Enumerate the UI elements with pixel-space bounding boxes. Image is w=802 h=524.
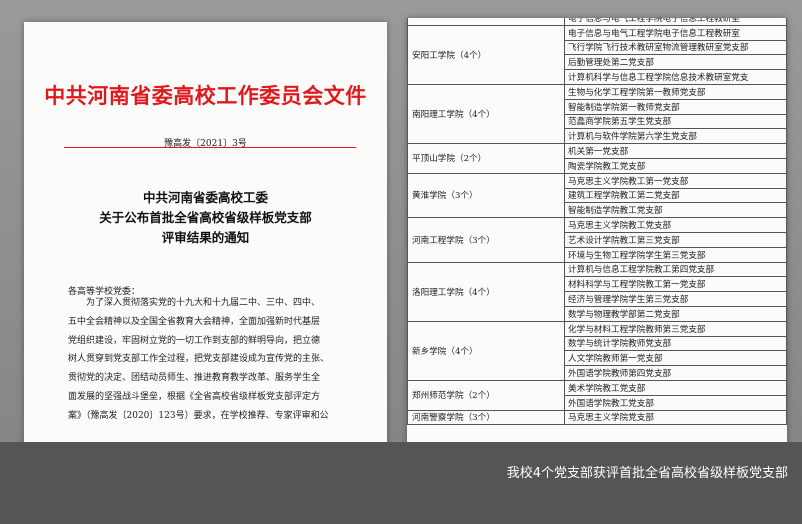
table-row: 河南工程学院（3个） 马克思主义学院教工党支部 — [407, 217, 787, 263]
branch-list-table: 电子信息与电气工程学院电子信息工程教研室 安阳工学院（4个） 电子信息与电气工程学院… — [407, 18, 787, 426]
table-row: 郑州师范学院（2个） 美术学院教工党支部 — [407, 379, 787, 411]
branch-cell: 艺术设计学院教工第三党支部 — [564, 231, 787, 248]
document-page-left: 中共河南省委高校工作委员会文件 豫高发〔2021〕3号 中共河南省委高校工委 关… — [24, 22, 387, 442]
school-cell: 黄淮学院（3个） — [407, 172, 565, 219]
branch-cell: 后勤管理处第二党支部 — [564, 54, 787, 71]
notice-title-line: 评审结果的通知 — [161, 230, 250, 245]
school-cell: 新乡学院（4个） — [407, 320, 565, 381]
notice-title-line: 中共河南省委高校工委 — [142, 190, 268, 205]
branch-cell: 数学与统计学院教师党支部 — [564, 335, 787, 352]
branch-cell: 机关第一党支部 — [564, 143, 787, 159]
notice-title: 中共河南省委高校工委 关于公布首批全省高校省级样板党支部 评审结果的通知 — [24, 188, 387, 248]
table-row: 电子信息与电气工程学院电子信息工程教研室 — [407, 18, 787, 26]
branch-cell: 飞行学院飞行技术教研室物流管理教研室党支部 — [564, 39, 787, 56]
branch-cell: 陶瓷学院教工党支部 — [564, 157, 787, 174]
body-line: 案》（豫高发〔2020〕123号）要求，在学校推荐、专家评审和公 — [68, 410, 329, 421]
document-red-header: 中共河南省委高校工作委员会文件 — [44, 83, 367, 108]
branch-cell: 材料科学与工程学院教工第一党支部 — [564, 276, 787, 293]
table-row: 平顶山学院（2个） 机关第一党支部 — [407, 143, 787, 174]
table-row: 安阳工学院（4个） 电子信息与电气工程学院电子信息工程教研室 — [407, 24, 787, 85]
body-line: 五中全会精神以及全国全省教育大会精神，全面加强新时代基层 — [68, 316, 321, 327]
school-cell — [407, 18, 565, 26]
branch-cell: 马克思主义学院教工第一党支部 — [564, 172, 787, 189]
branch-cell: 美术学院教工党支部 — [564, 379, 787, 396]
school-cell: 安阳工学院（4个） — [407, 24, 565, 85]
document-viewer: 中共河南省委高校工作委员会文件 豫高发〔2021〕3号 中共河南省委高校工委 关… — [0, 0, 802, 442]
branch-cell: 计算机与软件学院第六学生党支部 — [564, 128, 787, 145]
table-row: 河南警察学院（3个） 马克思主义学院党支部 — [407, 409, 787, 426]
branch-cell: 马克思主义学院教工党支部 — [564, 217, 787, 233]
branch-cell: 外国语学院教工党支部 — [564, 394, 787, 411]
branch-cell: 智能制造学院教工党支部 — [564, 202, 787, 219]
notice-title-line: 关于公布首批全省高校省级样板党支部 — [99, 210, 312, 225]
branch-cell: 建筑工程学院教工第二党支部 — [564, 187, 787, 204]
branch-cell: 环境与生物工程学院学生第三党支部 — [564, 246, 787, 263]
branch-cell: 计算机与信息工程学院教工第四党支部 — [564, 261, 787, 278]
branch-cell: 经济与管理学院学生第三党支部 — [564, 291, 787, 307]
branch-cell: 电子信息与电气工程学院电子信息工程教研室 — [564, 18, 787, 26]
branch-cell: 人文学院教师第一党支部 — [564, 350, 787, 367]
table-row: 新乡学院（4个） 化学与材料工程学院教师第三党支部 — [407, 320, 787, 381]
school-cell: 南阳理工学院（4个） — [407, 83, 565, 145]
body-line: 贯彻党的决定、团结动员师生、推进教育教学改革、服务学生全 — [68, 373, 321, 384]
branch-cell: 电子信息与电气工程学院电子信息工程教研室 — [564, 24, 787, 41]
branch-cell: 外国语学院教师第四党支部 — [564, 365, 787, 381]
body-line: 党组织建设，牢固树立党的一切工作到支部的鲜明导向，把立德 — [68, 335, 321, 346]
branch-cell: 生物与化学工程学院第一教师党支部 — [564, 83, 787, 100]
school-cell: 平顶山学院（2个） — [407, 143, 565, 174]
body-line: 面发展的坚强战斗堡垒，根据《全省高校省级样板党支部评定方 — [68, 391, 321, 402]
branch-cell: 数学与物理教学部第二党支部 — [564, 305, 787, 322]
branch-cell: 化学与材料工程学院教师第三党支部 — [564, 320, 787, 337]
red-divider — [64, 147, 356, 148]
table-row: 黄淮学院（3个） 马克思主义学院教工第一党支部 — [407, 172, 787, 219]
branch-cell: 马克思主义学院党支部 — [564, 409, 787, 426]
table-row: 南阳理工学院（4个） 生物与化学工程学院第一教师党支部 — [407, 83, 787, 145]
document-page-right: 电子信息与电气工程学院电子信息工程教研室 安阳工学院（4个） 电子信息与电气工程学院… — [407, 18, 787, 442]
branch-cell: 范蠡商学院第五学生党支部 — [564, 113, 787, 130]
caption-bar: 我校4个党支部获评首批全省高校省级样板党支部 — [0, 442, 802, 524]
school-cell: 河南警察学院（3个） — [407, 409, 565, 426]
image-caption: 我校4个党支部获评首批全省高校省级样板党支部 — [506, 466, 788, 481]
branch-cell: 计算机科学与信息工程学院信息技术教研室党支 — [564, 69, 787, 85]
notice-body: 为了深入贯彻落实党的十九大和十九届二中、三中、四中、 五中全会精神以及全国全省教… — [68, 294, 361, 426]
branch-cell: 智能制造学院第一教师党支部 — [564, 98, 787, 115]
school-cell: 郑州师范学院（2个） — [407, 379, 565, 411]
school-cell: 洛阳理工学院（4个） — [407, 261, 565, 322]
body-line: 为了深入贯彻落实党的十九大和十九届二中、三中、四中、 — [86, 298, 321, 308]
table-row: 洛阳理工学院（4个） 计算机与信息工程学院教工第四党支部 — [407, 261, 787, 322]
school-cell: 河南工程学院（3个） — [407, 217, 565, 263]
body-line: 树人贯穿到党支部工作全过程，把党支部建设成为宣传党的主张、 — [68, 354, 330, 365]
